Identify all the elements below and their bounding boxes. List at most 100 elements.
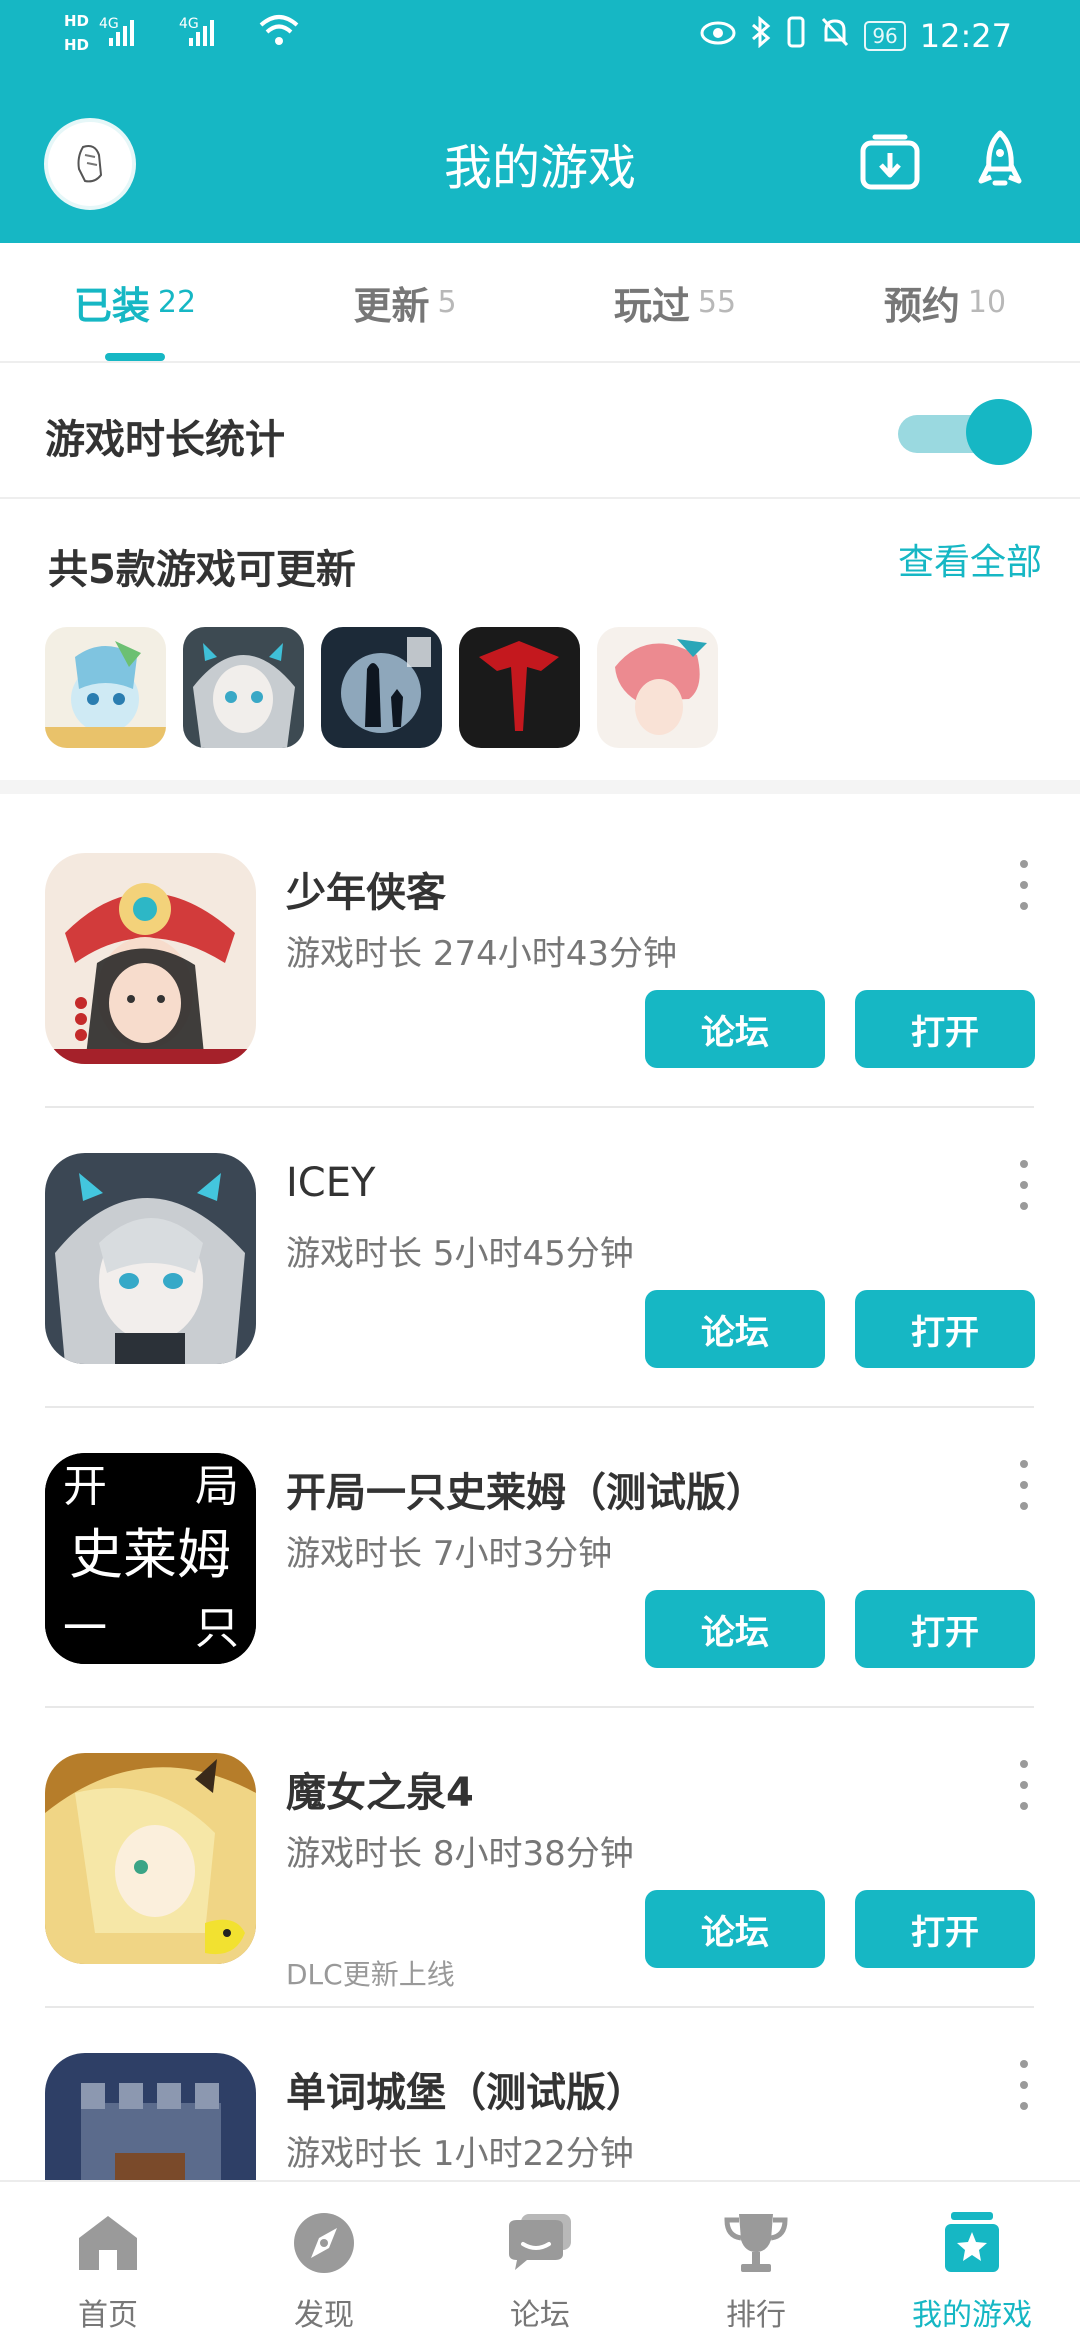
game-icon[interactable]	[45, 1153, 256, 1364]
forum-button[interactable]: 论坛	[645, 1590, 825, 1668]
dot	[1020, 1202, 1028, 1210]
app-header: HD HD 4G 4G 96 12:27 我的游戏	[0, 0, 1080, 243]
game-icon[interactable]	[45, 1753, 256, 1964]
download-box-icon	[860, 134, 920, 190]
bluetooth-icon	[750, 15, 772, 56]
wifi-icon	[259, 13, 299, 53]
playtime-stats-toggle[interactable]	[898, 399, 1034, 465]
playtime-label: 游戏时长	[286, 1534, 422, 1574]
tab-count: 22	[157, 284, 197, 320]
open-button[interactable]: 打开	[855, 1890, 1035, 1968]
nav-discover[interactable]: 发现	[216, 2182, 432, 2340]
net-label-2: 4G	[179, 16, 199, 32]
more-options-button[interactable]	[1014, 1160, 1034, 1210]
game-tabs: 已装 22 更新 5 玩过 55 预约 10	[0, 243, 1080, 363]
icon-text: 只	[195, 1603, 239, 1654]
dlc-update-note: DLC更新上线	[286, 1958, 455, 1991]
eye-icon	[700, 19, 736, 54]
icon-text: 史莱姆	[69, 1523, 231, 1586]
game-title: 开局一只史莱姆（测试版）	[286, 1470, 766, 1516]
forum-button[interactable]: 论坛	[645, 1890, 825, 1968]
update-game-icon[interactable]	[45, 627, 166, 748]
game-title: 单词城堡（测试版）	[286, 2070, 646, 2116]
game-icon[interactable]: 开 局 史莱姆 一 只	[45, 1453, 256, 1664]
download-manager-button[interactable]	[850, 122, 930, 202]
dot	[1020, 2081, 1028, 2089]
tab-label: 玩过	[613, 283, 690, 328]
trophy-icon	[721, 2208, 791, 2278]
dot	[1020, 1181, 1028, 1189]
tab-indicator	[105, 353, 165, 361]
net-label-1: 4G	[99, 16, 119, 32]
playtime-value: 7小时3分钟	[432, 1534, 613, 1574]
tab-count: 5	[437, 284, 457, 320]
toggle-knob	[966, 399, 1032, 465]
dot	[1020, 1481, 1028, 1489]
nav-label: 首页	[78, 2298, 138, 2333]
playtime-value: 1小时22分钟	[432, 2134, 634, 2174]
tab-installed[interactable]: 已装 22	[0, 243, 270, 361]
speedup-button[interactable]	[960, 122, 1040, 202]
tab-updates[interactable]: 更新 5	[270, 243, 540, 361]
update-game-icon[interactable]	[183, 627, 304, 748]
playtime-value: 8小时38分钟	[432, 1834, 634, 1874]
playtime-label: 游戏时长	[286, 934, 422, 974]
status-right: 96 12:27	[700, 15, 1012, 56]
icon-text: 开	[63, 1461, 107, 1512]
bottom-navigation: 首页 发现 论坛 排行 我的游戏	[0, 2180, 1080, 2340]
dot	[1020, 1160, 1028, 1168]
more-options-button[interactable]	[1014, 1460, 1034, 1510]
nav-ranking[interactable]: 排行	[648, 2182, 864, 2340]
tab-label: 预约	[883, 283, 960, 328]
compass-icon	[289, 2208, 359, 2278]
mute-bell-icon	[820, 16, 850, 56]
game-row: 开 局 史莱姆 一 只 开局一只史莱姆（测试版） 游戏时长 7小时3分钟 论坛 …	[0, 1408, 1080, 1708]
tab-reserved[interactable]: 预约 10	[810, 243, 1080, 361]
forum-button[interactable]: 论坛	[645, 990, 825, 1068]
open-button[interactable]: 打开	[855, 1590, 1035, 1668]
chat-icon	[505, 2208, 575, 2278]
playtime-value: 274小时43分钟	[432, 934, 677, 974]
more-options-button[interactable]	[1014, 1760, 1034, 1810]
nav-label: 发现	[294, 2298, 354, 2333]
playtime-stats-row: 游戏时长统计	[0, 363, 1080, 499]
open-button[interactable]: 打开	[855, 990, 1035, 1068]
more-options-button[interactable]	[1014, 2060, 1034, 2110]
dot	[1020, 881, 1028, 889]
update-game-icon[interactable]	[597, 627, 718, 748]
playtime-label: 游戏时长	[286, 1834, 422, 1874]
playtime: 游戏时长 8小时38分钟	[286, 1826, 634, 1875]
game-row: ICEY 游戏时长 5小时45分钟 论坛 打开	[0, 1108, 1080, 1408]
update-game-icon[interactable]	[321, 627, 442, 748]
more-options-button[interactable]	[1014, 860, 1034, 910]
dot	[1020, 1760, 1028, 1768]
title-bar: 我的游戏	[0, 100, 1080, 220]
game-row: 魔女之泉4 游戏时长 8小时38分钟 DLC更新上线 论坛 打开	[0, 1708, 1080, 2008]
home-icon	[73, 2208, 143, 2278]
status-bar: HD HD 4G 4G 96 12:27	[0, 0, 1080, 80]
dot	[1020, 1802, 1028, 1810]
nav-my-games[interactable]: 我的游戏	[864, 2182, 1080, 2340]
vibrate-icon	[786, 16, 806, 56]
rocket-icon	[978, 130, 1022, 186]
update-icons	[45, 627, 718, 748]
playtime-label: 游戏时长	[286, 2134, 422, 2174]
tab-played[interactable]: 玩过 55	[540, 243, 810, 361]
forum-button[interactable]: 论坛	[645, 1290, 825, 1368]
playtime: 游戏时长 1小时22分钟	[286, 2126, 634, 2175]
dot	[1020, 902, 1028, 910]
dot	[1020, 2060, 1028, 2068]
battery-indicator: 96	[864, 21, 906, 51]
view-all-link[interactable]: 查看全部	[898, 533, 1042, 585]
nav-forum[interactable]: 论坛	[432, 2182, 648, 2340]
game-title: 少年侠客	[286, 870, 446, 916]
open-button[interactable]: 打开	[855, 1290, 1035, 1368]
dot	[1020, 2102, 1028, 2110]
playtime: 游戏时长 5小时45分钟	[286, 1226, 634, 1275]
hd-badge-1: HD	[64, 11, 90, 30]
update-game-icon[interactable]	[459, 627, 580, 748]
nav-home[interactable]: 首页	[0, 2182, 216, 2340]
hd-badge-2: HD	[64, 35, 90, 54]
game-icon[interactable]	[45, 853, 256, 1064]
dot	[1020, 1781, 1028, 1789]
